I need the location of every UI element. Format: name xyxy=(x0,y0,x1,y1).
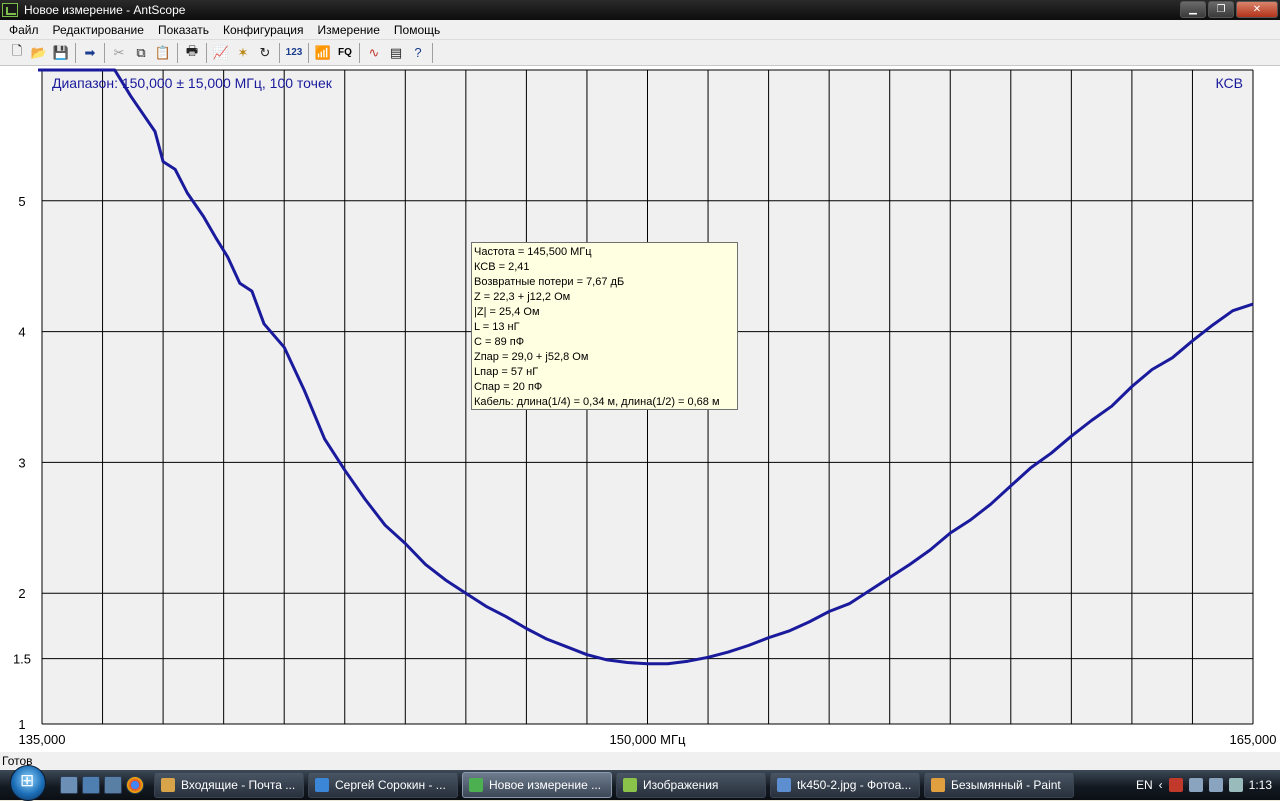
refresh-icon[interactable]: ↻ xyxy=(254,42,276,64)
toolbar-separator xyxy=(206,42,207,63)
task-list: Входящие - Почта ... Сергей Сорокин - ...… xyxy=(154,772,1078,798)
taskbar-button-label: Новое измерение ... xyxy=(489,778,602,792)
toolbar-separator xyxy=(75,42,76,63)
close-button[interactable]: ✕ xyxy=(1236,1,1278,18)
window-title: Новое измерение - AntScope xyxy=(24,3,186,17)
system-tray: EN ‹ 1:13 xyxy=(1136,778,1280,792)
tooltip-impedance: Z = 22,3 + j12,2 Ом xyxy=(474,291,571,303)
app-icon xyxy=(2,3,18,17)
menu-bar: Файл Редактирование Показать Конфигураци… xyxy=(0,20,1280,40)
taskbar-button[interactable]: Новое измерение ... xyxy=(462,772,612,798)
toolbar: 🗋 📂 💾 ➡ ✂ ⧉ 📋 🖶 📈 ✶ ↻ 123 📶 FQ ∿ ▤ ? xyxy=(0,40,1280,66)
taskbar-button-label: Безымянный - Paint xyxy=(951,778,1061,792)
tooltip-cable-length: Кабель: длина(1/4) = 0,34 м, длина(1/2) … xyxy=(474,396,720,408)
task-app-icon xyxy=(623,778,637,792)
start-button[interactable] xyxy=(10,765,46,801)
marker-tooltip: Частота = 145,500 МГц КСВ = 2,41 Возврат… xyxy=(471,242,738,410)
toolbar-separator xyxy=(432,42,433,63)
task-app-icon xyxy=(315,778,329,792)
y-axis-label: КСВ xyxy=(1216,75,1243,91)
antivirus-icon[interactable] xyxy=(1168,778,1183,792)
help-icon[interactable]: ? xyxy=(407,42,429,64)
y-tick-label: 4 xyxy=(18,325,25,340)
language-indicator[interactable]: EN xyxy=(1136,778,1153,792)
taskbar-button-label: Изображения xyxy=(643,778,719,792)
antenna-icon[interactable]: 📶 xyxy=(312,42,334,64)
menu-view[interactable]: Показать xyxy=(151,20,216,40)
title-bar: Новое измерение - AntScope ▁ ❐ ✕ xyxy=(0,0,1280,20)
tooltip-parallel-impedance: Zпар = 29,0 + j52,8 Ом xyxy=(474,351,589,363)
task-app-icon xyxy=(931,778,945,792)
taskbar-button-label: tk450-2.jpg - Фотоа... xyxy=(797,778,912,792)
numeric-button[interactable]: 123 xyxy=(283,42,305,64)
task-app-icon xyxy=(777,778,791,792)
tooltip-return-loss: Возвратные потери = 7,67 дБ xyxy=(474,276,625,288)
y-tick-label: 3 xyxy=(18,455,25,470)
save-icon[interactable]: 💾 xyxy=(50,42,72,64)
tooltip-impedance-magnitude: |Z| = 25,4 Ом xyxy=(474,306,540,318)
menu-edit[interactable]: Редактирование xyxy=(46,20,151,40)
copy-icon[interactable]: ⧉ xyxy=(130,42,152,64)
quick-launch xyxy=(60,776,144,794)
curve-icon[interactable]: ∿ xyxy=(363,42,385,64)
tooltip-capacitance: C = 89 пФ xyxy=(474,336,525,348)
taskbar-button-label: Входящие - Почта ... xyxy=(181,778,296,792)
status-bar: Готов xyxy=(0,752,1280,770)
tray-expand-icon[interactable]: ‹ xyxy=(1159,778,1163,792)
taskbar-button[interactable]: tk450-2.jpg - Фотоа... xyxy=(770,772,920,798)
tooltip-frequency: Частота = 145,500 МГц xyxy=(474,246,592,258)
toolbar-separator xyxy=(279,42,280,63)
toolbar-separator xyxy=(308,42,309,63)
new-icon[interactable]: 🗋 xyxy=(6,42,28,64)
chart-title: Диапазон: 150,000 ± 15,000 МГц, 100 точе… xyxy=(52,75,333,91)
task-app-icon xyxy=(469,778,483,792)
x-tick-label: 135,000 xyxy=(19,732,66,747)
y-tick-label: 5 xyxy=(18,194,25,209)
chart-area[interactable]: 1 1.5 2 3 4 5 135,000 150,000 МГц 165,000 Диапазо… xyxy=(0,66,1280,752)
monitor-icon[interactable] xyxy=(104,776,122,794)
print-icon[interactable]: 🖶 xyxy=(181,42,203,64)
tooltip-swr: КСВ = 2,41 xyxy=(474,261,530,273)
taskbar-button-label: Сергей Сорокин - ... xyxy=(335,778,446,792)
device-icon[interactable] xyxy=(1188,778,1203,792)
switch-windows-icon[interactable] xyxy=(82,776,100,794)
maximize-button[interactable]: ❐ xyxy=(1208,1,1234,18)
clock[interactable]: 1:13 xyxy=(1249,778,1272,792)
menu-measure[interactable]: Измерение xyxy=(310,20,386,40)
menu-help[interactable]: Помощь xyxy=(387,20,447,40)
y-tick-label: 1.5 xyxy=(13,652,31,667)
toolbar-separator xyxy=(177,42,178,63)
taskbar-button[interactable]: Сергей Сорокин - ... xyxy=(308,772,458,798)
menu-config[interactable]: Конфигурация xyxy=(216,20,311,40)
toolbar-separator xyxy=(359,42,360,63)
window-controls: ▁ ❐ ✕ xyxy=(1180,1,1278,18)
taskbar-button[interactable]: Безымянный - Paint xyxy=(924,772,1074,798)
chrome-icon[interactable] xyxy=(126,776,144,794)
open-icon[interactable]: 📂 xyxy=(28,42,50,64)
y-tick-label: 1 xyxy=(18,717,25,732)
x-tick-label: 165,000 xyxy=(1230,732,1277,747)
export-icon[interactable]: ➡ xyxy=(79,42,101,64)
cut-icon[interactable]: ✂ xyxy=(108,42,130,64)
menu-file[interactable]: Файл xyxy=(2,20,46,40)
toolbar-separator xyxy=(104,42,105,63)
show-desktop-icon[interactable] xyxy=(60,776,78,794)
x-tick-label: 150,000 МГц xyxy=(610,732,686,747)
taskbar-button[interactable]: Изображения xyxy=(616,772,766,798)
tooltip-parallel-capacitance: Cпар = 20 пФ xyxy=(474,381,543,393)
volume-icon[interactable] xyxy=(1228,778,1243,792)
graph-icon[interactable]: 📈 xyxy=(210,42,232,64)
network-icon[interactable] xyxy=(1208,778,1223,792)
y-tick-label: 2 xyxy=(18,586,25,601)
fq-button[interactable]: FQ xyxy=(334,42,356,64)
taskbar-button[interactable]: Входящие - Почта ... xyxy=(154,772,304,798)
marker-icon[interactable]: ✶ xyxy=(232,42,254,64)
task-app-icon xyxy=(161,778,175,792)
tooltip-inductance: L = 13 нГ xyxy=(474,321,520,333)
table-icon[interactable]: ▤ xyxy=(385,42,407,64)
taskbar: Входящие - Почта ... Сергей Сорокин - ...… xyxy=(0,765,1280,801)
minimize-button[interactable]: ▁ xyxy=(1180,1,1206,18)
paste-icon[interactable]: 📋 xyxy=(152,42,174,64)
tooltip-parallel-inductance: Lпар = 57 нГ xyxy=(474,366,539,378)
